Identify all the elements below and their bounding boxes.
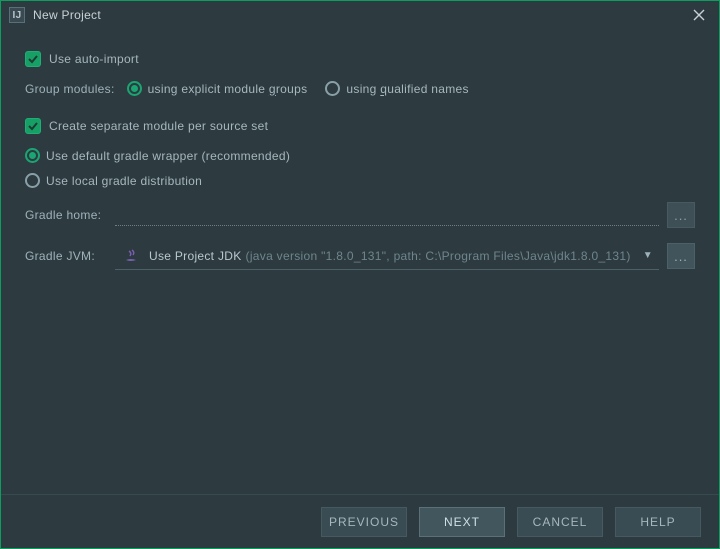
content-area: Use auto-import Group modules: using exp… bbox=[1, 29, 719, 494]
gradle-jvm-label: Gradle JVM: bbox=[25, 249, 115, 263]
gradle-jvm-browse-button[interactable]: ... bbox=[667, 243, 695, 269]
gradle-jvm-detail: (java version "1.8.0_131", path: C:\Prog… bbox=[246, 249, 631, 263]
radio-local-distribution-label: Use local gradle distribution bbox=[46, 174, 202, 188]
radio-qualified-names-label: using qualified names bbox=[346, 82, 468, 96]
separate-module-label: Create separate module per source set bbox=[49, 119, 268, 133]
window-title: New Project bbox=[33, 8, 687, 22]
titlebar: IJ New Project bbox=[1, 1, 719, 29]
radio-default-wrapper[interactable] bbox=[25, 148, 40, 163]
radio-explicit-groups-label: using explicit module groups bbox=[148, 82, 308, 96]
radio-qualified-names[interactable] bbox=[325, 81, 340, 96]
gradle-jvm-value: Use Project JDK bbox=[149, 249, 242, 263]
previous-button[interactable]: PREVIOUS bbox=[321, 507, 407, 537]
radio-default-wrapper-label: Use default gradle wrapper (recommended) bbox=[46, 149, 290, 163]
radio-local-distribution[interactable] bbox=[25, 173, 40, 188]
footer: PREVIOUS NEXT CANCEL HELP bbox=[1, 494, 719, 548]
gradle-jvm-select[interactable]: Use Project JDK (java version "1.8.0_131… bbox=[115, 242, 659, 270]
gradle-home-input bbox=[115, 204, 659, 226]
jdk-icon bbox=[123, 248, 139, 264]
auto-import-label: Use auto-import bbox=[49, 52, 139, 66]
gradle-home-browse-button[interactable]: ... bbox=[667, 202, 695, 228]
auto-import-checkbox[interactable] bbox=[25, 51, 41, 67]
close-icon[interactable] bbox=[687, 5, 711, 25]
cancel-button[interactable]: CANCEL bbox=[517, 507, 603, 537]
radio-explicit-groups[interactable] bbox=[127, 81, 142, 96]
separate-module-checkbox[interactable] bbox=[25, 118, 41, 134]
group-modules-label: Group modules: bbox=[25, 82, 115, 96]
gradle-home-label: Gradle home: bbox=[25, 208, 115, 222]
help-button[interactable]: HELP bbox=[615, 507, 701, 537]
app-icon: IJ bbox=[9, 7, 25, 23]
next-button[interactable]: NEXT bbox=[419, 507, 505, 537]
chevron-down-icon: ▼ bbox=[643, 250, 653, 261]
